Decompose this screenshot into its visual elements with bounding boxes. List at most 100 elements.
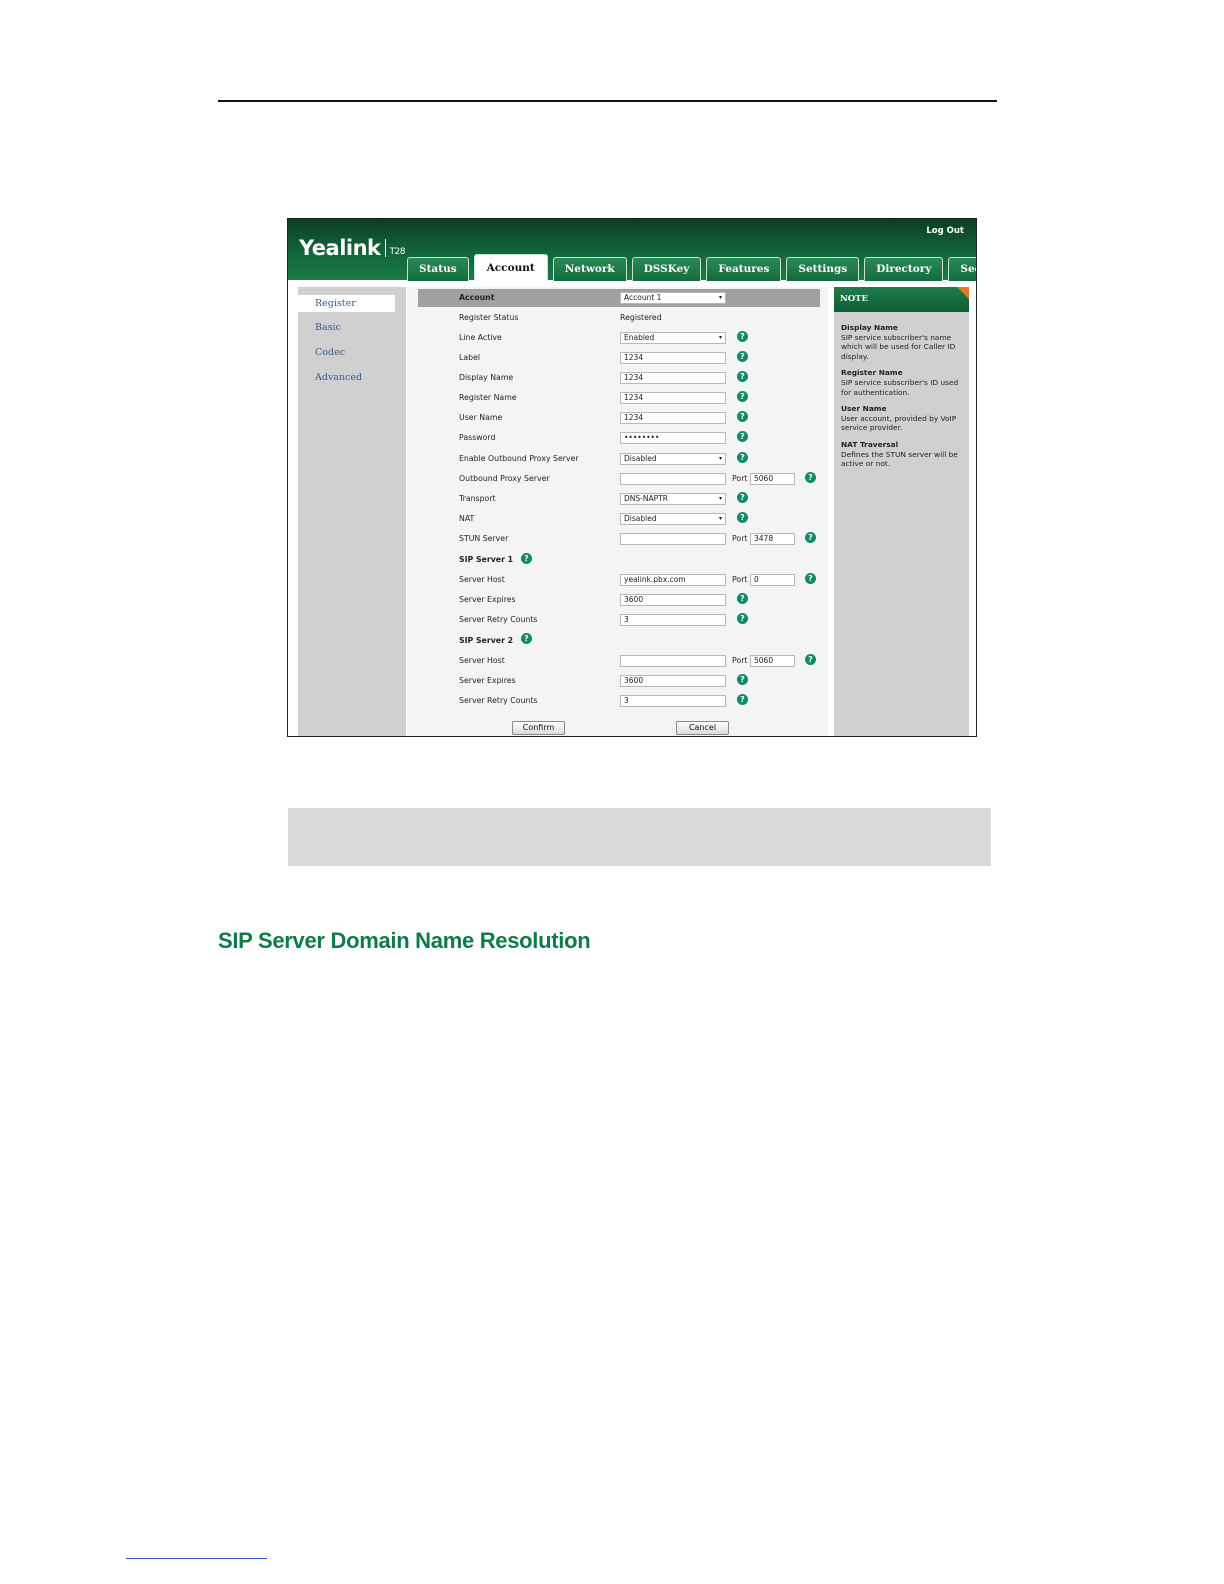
sip1-retry-input[interactable]: 3 xyxy=(620,614,726,626)
tab-features[interactable]: Features xyxy=(706,257,782,281)
sip2-retry-input[interactable]: 3 xyxy=(620,695,726,707)
register-name-input[interactable]: 1234 xyxy=(620,392,726,404)
nav-register[interactable]: Register xyxy=(298,295,395,312)
stun-label: STUN Server xyxy=(459,534,509,543)
help-icon[interactable]: ? xyxy=(737,512,748,523)
note-title: NOTE xyxy=(834,287,969,312)
sip2-host-input[interactable] xyxy=(620,655,726,667)
account-label: Account xyxy=(459,293,495,302)
password-input[interactable]: •••••••• xyxy=(620,432,726,444)
outbound-enable-label: Enable Outbound Proxy Server xyxy=(459,454,579,463)
tab-dsskey[interactable]: DSSKey xyxy=(631,257,702,281)
help-icon[interactable]: ? xyxy=(805,573,816,584)
chevron-down-icon: ▾ xyxy=(718,455,722,462)
label-input[interactable]: 1234 xyxy=(620,352,726,364)
help-icon[interactable]: ? xyxy=(737,391,748,402)
port-label: Port xyxy=(732,474,748,483)
help-icon[interactable]: ? xyxy=(737,431,748,442)
account-select-value: Account 1 xyxy=(624,293,662,302)
sip1-port-input[interactable]: 0 xyxy=(750,574,795,586)
user-name-input[interactable]: 1234 xyxy=(620,412,726,424)
note-term: Register Name xyxy=(841,368,903,378)
confirm-button[interactable]: Confirm xyxy=(512,721,565,735)
help-icon[interactable]: ? xyxy=(737,492,748,503)
note-box xyxy=(288,808,991,866)
stun-input[interactable] xyxy=(620,533,726,545)
help-icon[interactable]: ? xyxy=(737,331,748,342)
stun-port-input[interactable]: 3478 xyxy=(750,533,795,545)
sip1-retry-label: Server Retry Counts xyxy=(459,615,538,624)
help-icon[interactable]: ? xyxy=(737,674,748,685)
port-label: Port xyxy=(732,534,748,543)
section-heading: SIP Server Domain Name Resolution xyxy=(218,928,591,953)
logo-separator xyxy=(384,239,386,257)
display-name-input[interactable]: 1234 xyxy=(620,372,726,384)
sip2-expires-input[interactable]: 3600 xyxy=(620,675,726,687)
sip1-expires-input[interactable]: 3600 xyxy=(620,594,726,606)
register-status-label: Register Status xyxy=(459,313,519,322)
help-icon[interactable]: ? xyxy=(805,654,816,665)
logout-link[interactable]: Log Out xyxy=(926,226,964,236)
user-name-label: User Name xyxy=(459,413,503,422)
help-icon[interactable]: ? xyxy=(737,411,748,422)
app-header: Yealink T28 Log Out Status Account Networ… xyxy=(288,219,976,281)
tab-account[interactable]: Account xyxy=(473,254,548,281)
sip1-host-label: Server Host xyxy=(459,575,505,584)
cancel-button[interactable]: Cancel xyxy=(676,721,729,735)
sip-server-2-title: SIP Server 2 xyxy=(459,636,514,645)
sip2-retry-label: Server Retry Counts xyxy=(459,696,538,705)
tab-settings[interactable]: Settings xyxy=(786,257,860,281)
help-icon[interactable]: ? xyxy=(521,633,532,644)
account-select[interactable]: Account 1 ▾ xyxy=(620,292,726,304)
sip-server-1-title: SIP Server 1 xyxy=(459,555,514,564)
header-rule xyxy=(218,100,997,102)
help-icon[interactable]: ? xyxy=(737,452,748,463)
tab-network[interactable]: Network xyxy=(552,257,627,281)
nat-value: Disabled xyxy=(624,514,657,523)
sip2-host-label: Server Host xyxy=(459,656,505,665)
tab-status[interactable]: Status xyxy=(407,257,469,281)
nav-codec[interactable]: Codec xyxy=(298,344,395,361)
line-active-value: Enabled xyxy=(624,333,655,342)
register-form: Account Account 1 ▾ Register Status Regis… xyxy=(407,287,828,736)
transport-label: Transport xyxy=(459,494,496,503)
chevron-down-icon: ▾ xyxy=(718,495,722,502)
tab-security[interactable]: Security xyxy=(948,257,976,281)
help-icon[interactable]: ? xyxy=(737,593,748,604)
sip1-host-input[interactable]: yealink.pbx.com xyxy=(620,574,726,586)
tab-directory[interactable]: Directory xyxy=(864,257,944,281)
line-active-select[interactable]: Enabled ▾ xyxy=(620,332,726,344)
help-icon[interactable]: ? xyxy=(805,532,816,543)
help-icon[interactable]: ? xyxy=(737,694,748,705)
help-icon[interactable]: ? xyxy=(737,371,748,382)
footnote-rule xyxy=(126,1558,267,1559)
transport-select[interactable]: DNS-NAPTR ▾ xyxy=(620,493,726,505)
chevron-down-icon: ▾ xyxy=(718,334,722,341)
nat-select[interactable]: Disabled ▾ xyxy=(620,513,726,525)
note-term: User Name xyxy=(841,404,887,414)
port-label: Port xyxy=(732,656,748,665)
help-icon[interactable]: ? xyxy=(805,472,816,483)
note-panel: NOTE Display Name SIP service subscriber… xyxy=(834,287,969,736)
outbound-server-input[interactable] xyxy=(620,473,726,485)
label-label: Label xyxy=(459,353,481,362)
help-icon[interactable]: ? xyxy=(737,351,748,362)
help-icon[interactable]: ? xyxy=(737,613,748,624)
outbound-enable-select[interactable]: Disabled ▾ xyxy=(620,453,726,465)
sip2-port-input[interactable]: 5060 xyxy=(750,655,795,667)
password-label: Password xyxy=(459,433,496,442)
nav-basic[interactable]: Basic xyxy=(298,319,395,336)
display-name-label: Display Name xyxy=(459,373,514,382)
note-desc: User account, provided by VoIP service p… xyxy=(841,413,957,433)
outbound-port-input[interactable]: 5060 xyxy=(750,473,795,485)
line-active-label: Line Active xyxy=(459,333,502,342)
side-nav: Register Basic Codec Advanced xyxy=(298,287,406,736)
note-desc: SIP service subscriber's ID used for aut… xyxy=(841,377,959,397)
help-icon[interactable]: ? xyxy=(521,553,532,564)
nav-advanced[interactable]: Advanced xyxy=(298,369,395,386)
sip1-expires-label: Server Expires xyxy=(459,595,516,604)
register-status-value: Registered xyxy=(620,313,662,322)
main-tabs: Status Account Network DSSKey Features S… xyxy=(407,254,976,281)
chevron-down-icon: ▾ xyxy=(718,515,722,522)
brand-text: Yealink xyxy=(299,236,381,260)
